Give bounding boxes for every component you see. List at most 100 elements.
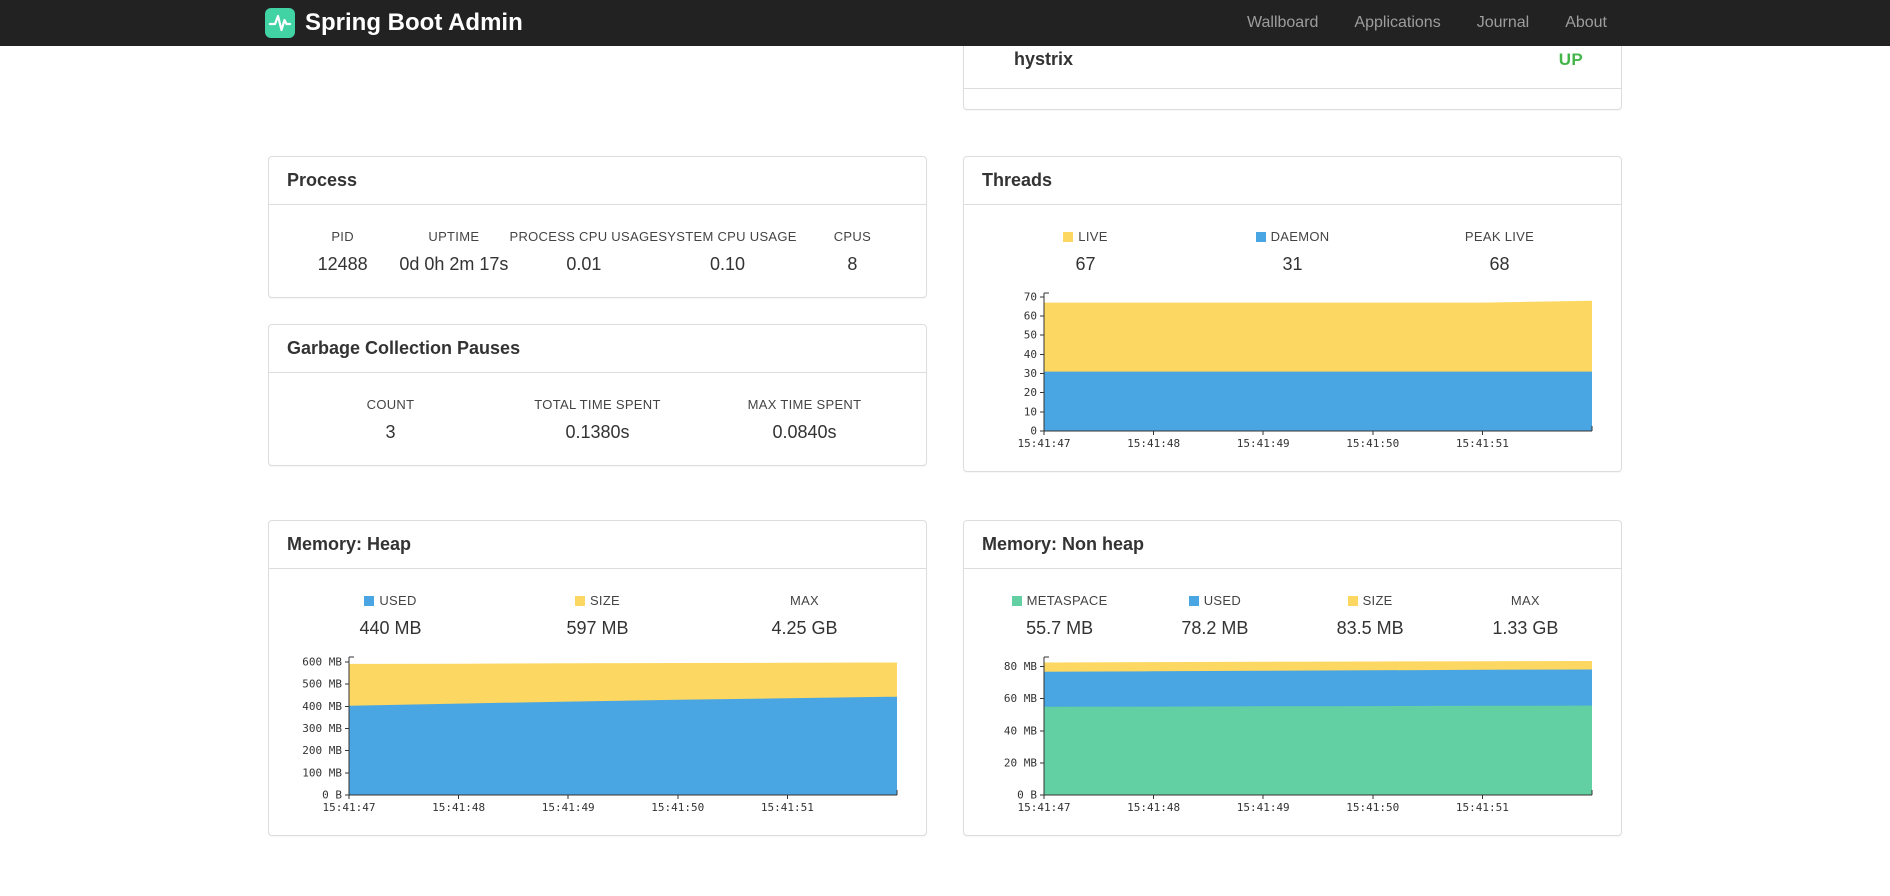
metric-value: 8 xyxy=(847,254,858,274)
threads-panel-title: Threads xyxy=(964,157,1621,205)
heap-panel-title: Memory: Heap xyxy=(269,521,926,569)
heap-legend: USED 440 MB SIZE 597 MB MAX 4.25 GB xyxy=(287,593,908,639)
metric-label: PID xyxy=(331,229,354,244)
legend-label: LIVE xyxy=(1078,229,1108,244)
nav-item-journal[interactable]: Journal xyxy=(1459,0,1547,46)
legend-label: SIZE xyxy=(1362,593,1393,608)
threads-panel: Threads LIVE 67 DAEMON 31 PEAK LIVE 68 0… xyxy=(963,156,1622,472)
legend-value: 55.7 MB xyxy=(1026,618,1094,638)
nonheap-memory-chart: 0 B 20 MB 40 MB 60 MB 80 MB 15:41:47 15:41:48 1… xyxy=(1003,656,1592,814)
svg-text:15:41:50: 15:41:50 xyxy=(1346,801,1399,814)
svg-text:40: 40 xyxy=(1023,348,1036,361)
svg-text:600 MB: 600 MB xyxy=(302,655,342,668)
legend-peak-live: PEAK LIVE 68 xyxy=(1396,229,1603,275)
legend-max: MAX 1.33 GB xyxy=(1448,593,1603,639)
svg-text:15:41:47: 15:41:47 xyxy=(1017,801,1070,814)
brand-link[interactable]: Spring Boot Admin xyxy=(265,8,523,38)
svg-text:15:41:51: 15:41:51 xyxy=(760,801,813,814)
panel-footer-spacer xyxy=(964,89,1621,109)
metric-process-cpu-usage: PROCESS CPU USAGE 0.01 xyxy=(509,229,658,275)
legend-label: DAEMON xyxy=(1270,229,1330,244)
used-series-swatch xyxy=(364,596,375,606)
legend-used: USED 440 MB xyxy=(287,593,494,639)
legend-label: USED xyxy=(1203,593,1242,608)
svg-text:15:41:51: 15:41:51 xyxy=(1455,437,1508,450)
heap-memory-panel: Memory: Heap USED 440 MB SIZE 597 MB MAX… xyxy=(268,520,927,836)
svg-text:15:41:48: 15:41:48 xyxy=(1127,801,1180,814)
legend-label: METASPACE xyxy=(1026,593,1108,608)
legend-size: SIZE 597 MB xyxy=(494,593,701,639)
legend-metaspace: METASPACE 55.7 MB xyxy=(982,593,1137,639)
svg-text:70: 70 xyxy=(1023,290,1036,303)
svg-text:20: 20 xyxy=(1023,386,1036,399)
threads-legend: LIVE 67 DAEMON 31 PEAK LIVE 68 xyxy=(982,229,1603,275)
metaspace-series-swatch xyxy=(1011,596,1022,606)
legend-label: MAX xyxy=(789,593,820,608)
svg-text:15:41:49: 15:41:49 xyxy=(1236,801,1289,814)
svg-text:15:41:49: 15:41:49 xyxy=(541,801,594,814)
svg-text:300 MB: 300 MB xyxy=(302,722,342,735)
legend-value: 83.5 MB xyxy=(1336,618,1404,638)
svg-text:100 MB: 100 MB xyxy=(302,766,342,779)
svg-text:15:41:50: 15:41:50 xyxy=(1346,437,1399,450)
metric-uptime: UPTIME 0d 0h 2m 17s xyxy=(398,229,509,275)
legend-value: 4.25 GB xyxy=(771,618,838,638)
metric-cpus: CPUS 8 xyxy=(797,229,908,275)
legend-size: SIZE 83.5 MB xyxy=(1293,593,1448,639)
svg-text:80 MB: 80 MB xyxy=(1003,660,1036,673)
metric-label: MAX TIME SPENT xyxy=(747,397,862,412)
legend-daemon: DAEMON 31 xyxy=(1189,229,1396,275)
nav-item-applications[interactable]: Applications xyxy=(1336,0,1458,46)
svg-text:15:41:50: 15:41:50 xyxy=(651,801,704,814)
metric-value: 0.0840s xyxy=(772,422,837,442)
navbar: Spring Boot Admin Wallboard Applications… xyxy=(0,0,1890,46)
gc-panel: Garbage Collection Pauses COUNT 3 TOTAL … xyxy=(268,324,927,466)
metric-value: 0.1380s xyxy=(565,422,630,442)
live-series-swatch xyxy=(1063,232,1074,242)
heap-memory-chart: 0 B 100 MB 200 MB 300 MB 400 MB 500 MB 600 MB 1… xyxy=(302,655,897,814)
gc-metrics: COUNT 3 TOTAL TIME SPENT 0.1380s MAX TIM… xyxy=(287,397,908,443)
svg-text:15:41:48: 15:41:48 xyxy=(432,801,485,814)
navbar-menu: Wallboard Applications Journal About xyxy=(1229,0,1625,46)
svg-text:15:41:51: 15:41:51 xyxy=(1455,801,1508,814)
metric-value: 0.01 xyxy=(566,254,602,274)
page-content: hystrix UP Process PID 12488 UPTIME 0d 0… xyxy=(0,0,1890,896)
metric-label: COUNT xyxy=(366,397,415,412)
legend-live: LIVE 67 xyxy=(982,229,1189,275)
metric-value: 0.10 xyxy=(710,254,746,274)
metric-label: SYSTEM CPU USAGE xyxy=(658,229,797,244)
svg-text:0: 0 xyxy=(1030,425,1037,438)
legend-value: 68 xyxy=(1489,254,1510,274)
legend-value: 67 xyxy=(1075,254,1096,274)
legend-label: SIZE xyxy=(589,593,621,608)
nav-item-wallboard[interactable]: Wallboard xyxy=(1229,0,1336,46)
legend-value: 440 MB xyxy=(359,618,422,638)
threads-chart: 0 10 20 30 40 50 60 70 15:41:47 15:41:48 15:41:49 1… xyxy=(1017,290,1592,450)
svg-text:60: 60 xyxy=(1023,310,1036,323)
svg-text:0 B: 0 B xyxy=(322,789,342,802)
nav-item-about[interactable]: About xyxy=(1547,0,1625,46)
metric-total-time-spent: TOTAL TIME SPENT 0.1380s xyxy=(494,397,701,443)
size-series-swatch xyxy=(574,596,585,606)
svg-text:50: 50 xyxy=(1023,329,1036,342)
nonheap-panel-title: Memory: Non heap xyxy=(964,521,1621,569)
process-metrics: PID 12488 UPTIME 0d 0h 2m 17s PROCESS CP… xyxy=(287,229,908,275)
nonheap-legend: METASPACE 55.7 MB USED 78.2 MB SIZE 83.5… xyxy=(982,593,1603,639)
daemon-series-swatch xyxy=(1255,232,1266,242)
svg-text:30: 30 xyxy=(1023,367,1036,380)
svg-text:0 B: 0 B xyxy=(1017,789,1037,802)
metric-system-cpu-usage: SYSTEM CPU USAGE 0.10 xyxy=(658,229,796,275)
navbar-container: Spring Boot Admin Wallboard Applications… xyxy=(250,0,1640,46)
application-name-link[interactable]: hystrix xyxy=(1014,47,1073,72)
svg-text:15:41:49: 15:41:49 xyxy=(1236,437,1289,450)
size-series-swatch xyxy=(1347,596,1358,606)
metric-count: COUNT 3 xyxy=(287,397,494,443)
legend-label: USED xyxy=(379,593,417,608)
legend-used: USED 78.2 MB xyxy=(1137,593,1292,639)
metric-label: PROCESS CPU USAGE xyxy=(509,229,659,244)
svg-text:10: 10 xyxy=(1023,405,1036,418)
svg-text:15:41:47: 15:41:47 xyxy=(322,801,375,814)
legend-value: 1.33 GB xyxy=(1492,618,1559,638)
process-panel: Process PID 12488 UPTIME 0d 0h 2m 17s PR… xyxy=(268,156,927,298)
nonheap-memory-panel: Memory: Non heap METASPACE 55.7 MB USED … xyxy=(963,520,1622,836)
